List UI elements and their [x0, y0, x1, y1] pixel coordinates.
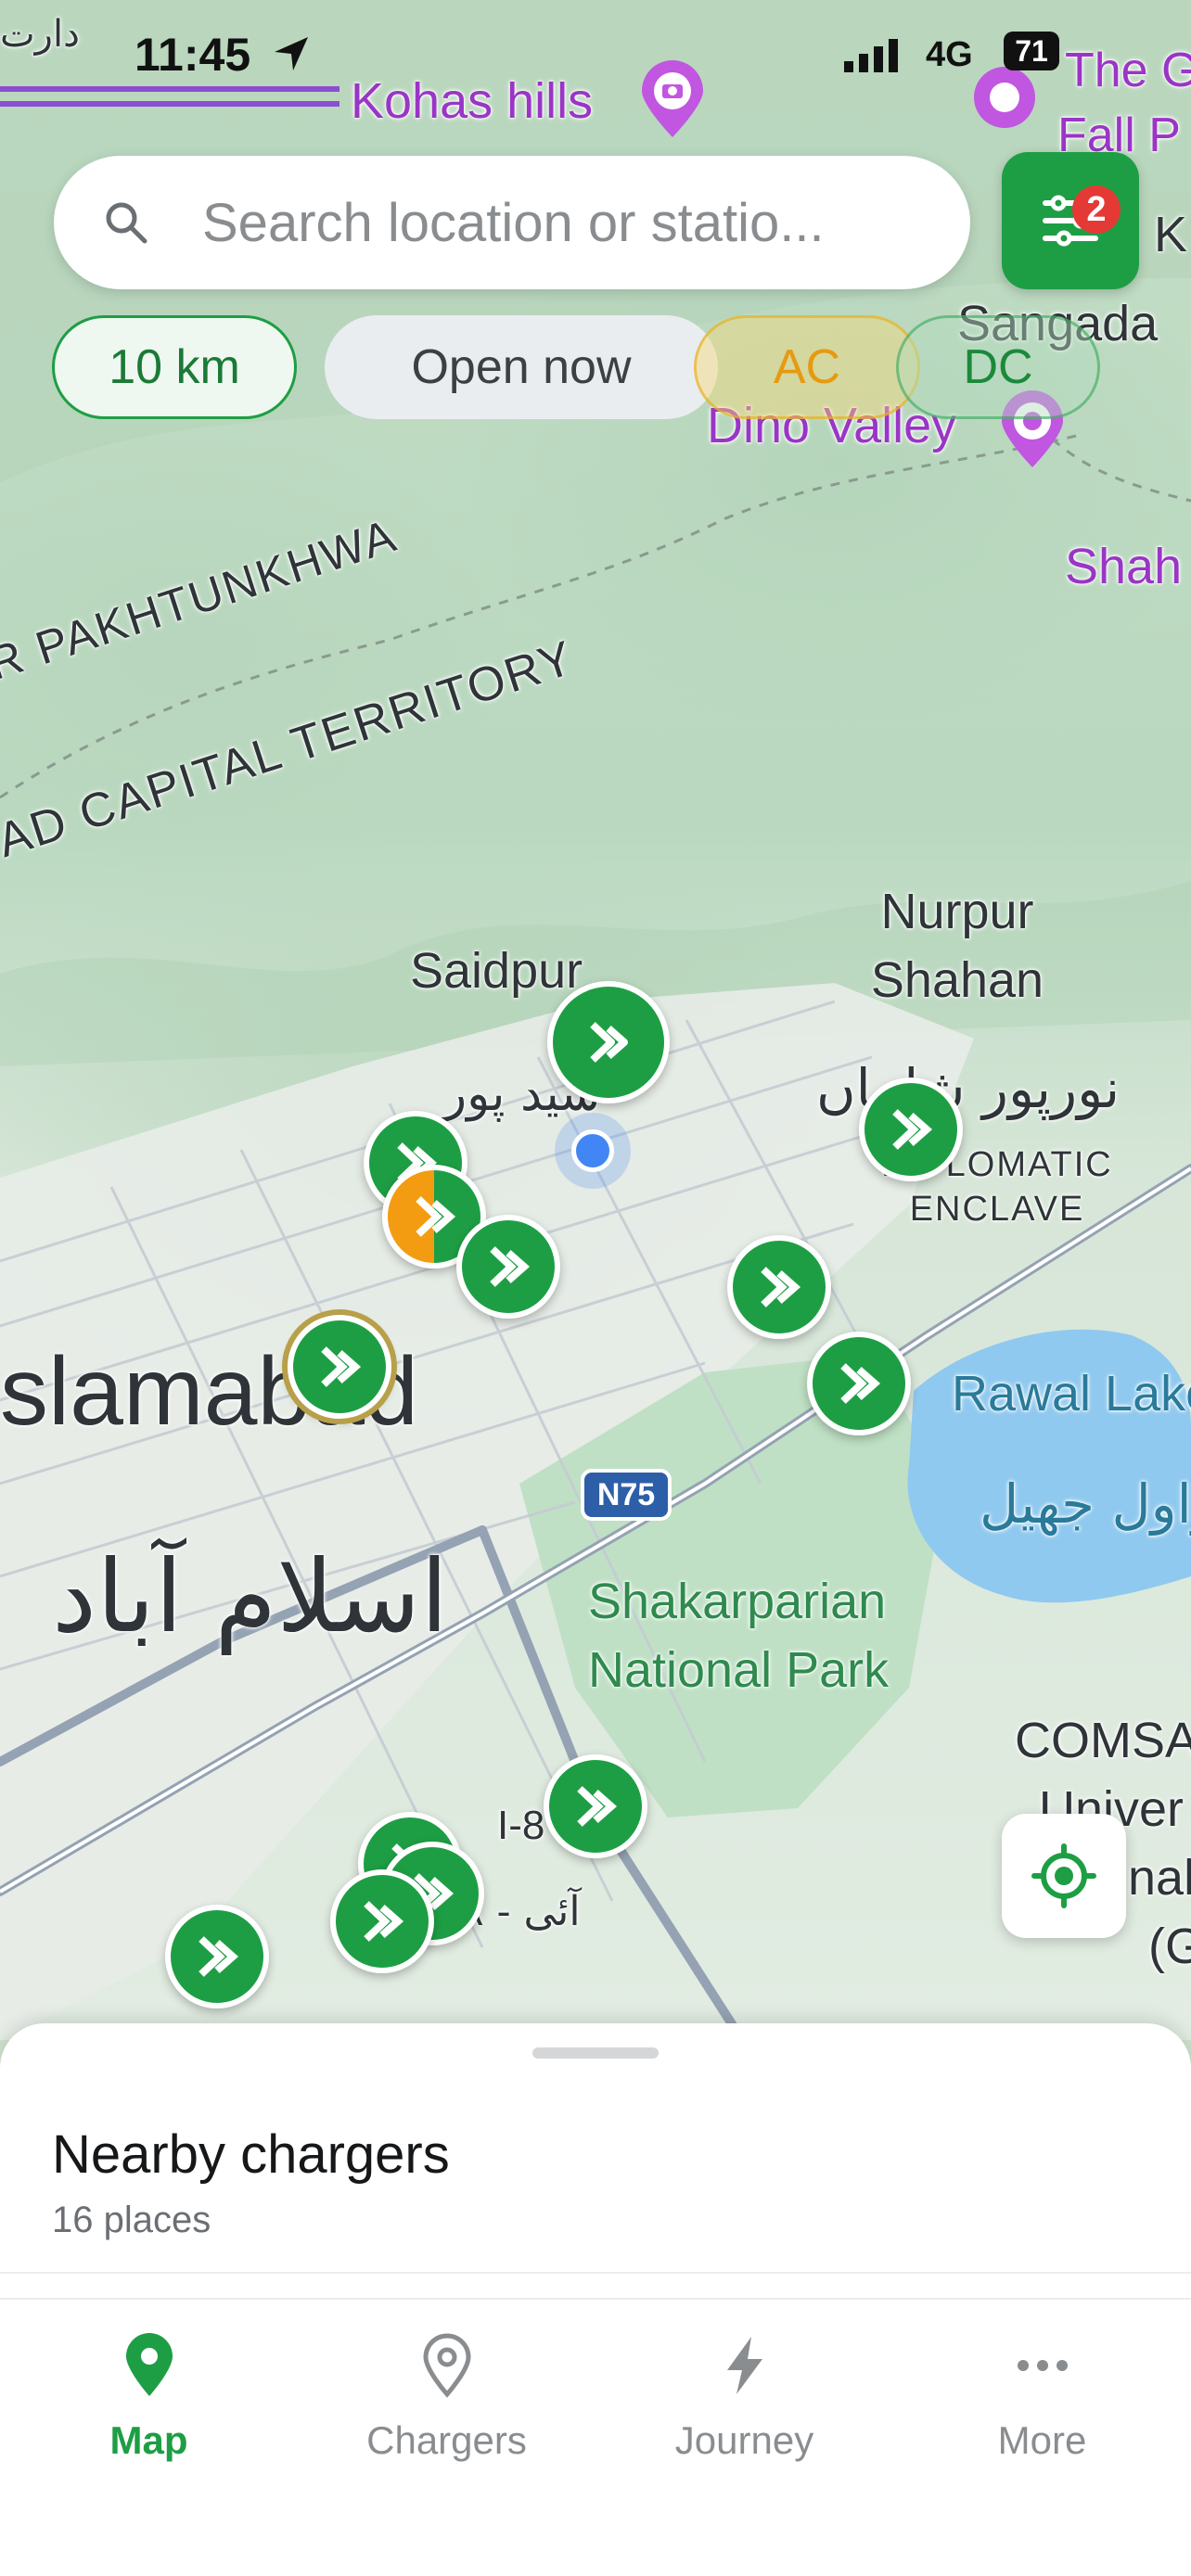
- tab-more[interactable]: More: [893, 2300, 1191, 2504]
- map-label-comsats: COMSA: [1015, 1713, 1191, 1768]
- bottom-tab-bar: Map Chargers Journey More: [0, 2298, 1191, 2576]
- tab-label: Journey: [674, 2418, 814, 2462]
- map-label-shakarparian: Shakarparian National Park: [588, 1574, 890, 1698]
- tab-journey[interactable]: Journey: [596, 2300, 893, 2504]
- battery-indicator: 71: [1004, 32, 1059, 70]
- location-arrow-icon: [275, 37, 308, 70]
- more-dots-icon: [1017, 2360, 1068, 2371]
- chip-distance[interactable]: 10 km: [52, 315, 297, 419]
- search-bar[interactable]: [54, 156, 970, 289]
- charger-marker[interactable]: [330, 1869, 434, 1973]
- sheet-place-count: 16 places: [52, 2200, 211, 2240]
- map-label-nal: nal: [1128, 1850, 1191, 1906]
- chip-dc[interactable]: DC: [896, 315, 1100, 419]
- signal-icon: [844, 39, 898, 72]
- map-label-nurpur-shahan: Nurpur Shahan: [870, 884, 1044, 1008]
- user-location-dot: [555, 1113, 631, 1189]
- highway-shield-n75: N75: [581, 1469, 672, 1521]
- search-icon: [106, 202, 147, 244]
- tab-label: Chargers: [366, 2418, 527, 2462]
- filter-button[interactable]: 2: [1002, 152, 1139, 289]
- charger-marker[interactable]: [544, 1754, 647, 1858]
- map-pin-icon: [125, 2333, 173, 2396]
- network-type: 4G: [926, 35, 973, 74]
- map-label-shah: Shah: [1065, 539, 1183, 594]
- search-input[interactable]: [202, 191, 926, 254]
- tab-label: Map: [109, 2418, 188, 2462]
- map-label-k: K: [1154, 207, 1188, 262]
- charger-marker[interactable]: [288, 1315, 391, 1419]
- tab-map[interactable]: Map: [0, 2300, 298, 2504]
- filter-count-badge: 2: [1072, 185, 1121, 234]
- sheet-title: Nearby chargers: [52, 2124, 450, 2185]
- status-time: 11:45: [134, 29, 251, 81]
- divider: [0, 2272, 1191, 2274]
- map-label-g: (G: [1148, 1919, 1191, 1974]
- charger-marker[interactable]: [859, 1078, 963, 1181]
- status-bar: 11:45 4G 71: [0, 28, 1191, 93]
- chip-open-now[interactable]: Open now: [325, 315, 718, 419]
- map-view[interactable]: دارت Kohas hills The G Fall P K Sangada …: [0, 0, 1191, 2040]
- lightning-icon: [726, 2337, 762, 2394]
- map-label-i8: I-8: [497, 1803, 545, 1848]
- location-outline-icon: [422, 2333, 471, 2398]
- tab-label: More: [997, 2418, 1087, 2462]
- chip-ac[interactable]: AC: [694, 315, 920, 419]
- charger-marker[interactable]: [807, 1332, 911, 1435]
- charger-marker[interactable]: [547, 981, 670, 1103]
- map-label-rawal-lake: Rawal Lake: [952, 1366, 1191, 1422]
- my-location-button[interactable]: [1002, 1814, 1126, 1938]
- map-label-rawal-urdu: راول جھیل: [980, 1473, 1191, 1536]
- charger-marker[interactable]: [727, 1235, 831, 1339]
- map-label-saidpur: Saidpur: [410, 943, 583, 999]
- sheet-drag-handle[interactable]: [532, 2047, 659, 2059]
- charger-marker[interactable]: [456, 1215, 560, 1319]
- charger-marker[interactable]: [165, 1905, 269, 2009]
- map-label-islamabad-urdu: اسلام آباد: [52, 1539, 449, 1655]
- tab-chargers[interactable]: Chargers: [298, 2300, 596, 2504]
- crosshair-icon: [1031, 1843, 1096, 1908]
